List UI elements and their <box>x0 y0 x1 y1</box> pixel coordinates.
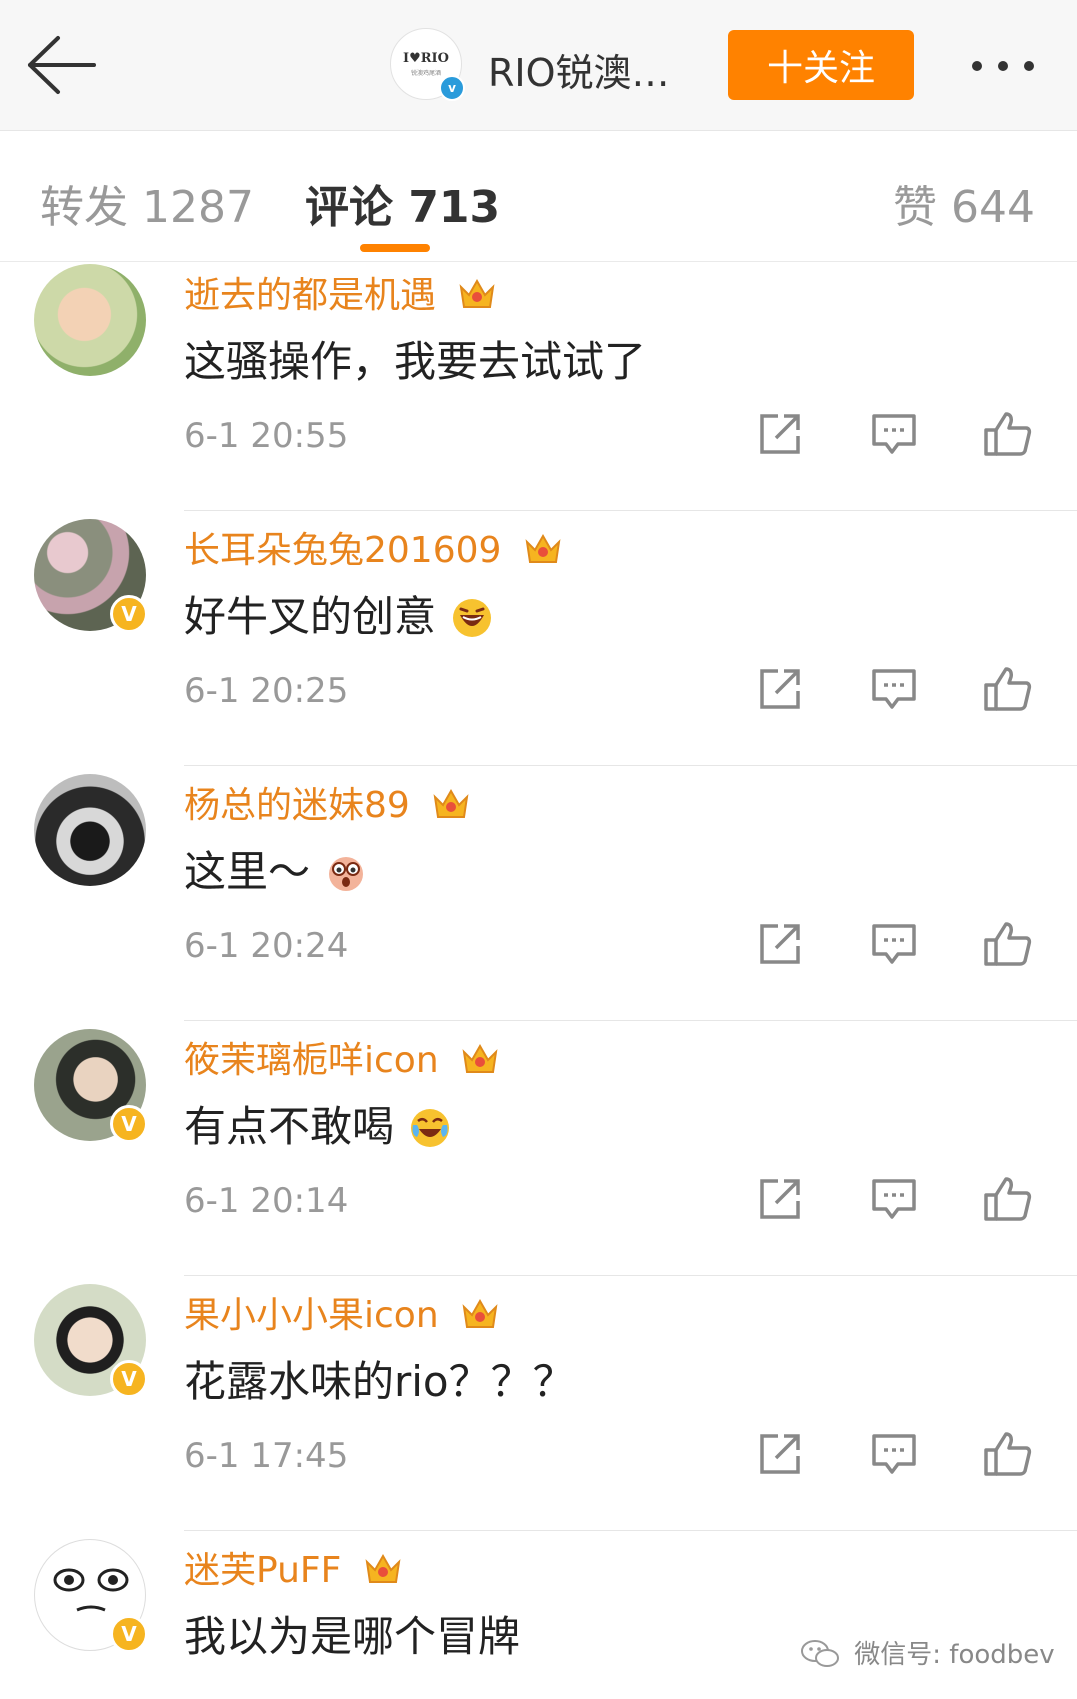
crown-icon <box>363 1548 403 1597</box>
active-tab-indicator <box>360 244 430 252</box>
share-icon[interactable] <box>754 1428 806 1480</box>
wechat-icon <box>800 1639 840 1676</box>
avatar[interactable] <box>34 774 146 886</box>
avatar[interactable]: V <box>34 1029 148 1143</box>
comment-username[interactable]: 长耳朵兔兔201609 <box>184 521 563 577</box>
comment-text: 好牛叉的创意 <box>184 583 493 649</box>
crown-icon <box>457 273 497 322</box>
back-arrow-icon[interactable] <box>22 30 102 100</box>
reply-icon[interactable] <box>868 408 920 460</box>
verified-badge-icon: V <box>110 1615 148 1653</box>
like-thumb-icon[interactable] <box>982 918 1034 970</box>
more-options-icon[interactable] <box>972 56 1052 76</box>
like-thumb-icon[interactable] <box>982 663 1034 715</box>
watermark-text: 微信号: foodbev <box>854 1640 1055 1670</box>
share-icon[interactable] <box>754 663 806 715</box>
comment-text: 有点不敢喝 <box>184 1093 451 1159</box>
comment-username[interactable]: 逝去的都是机遇 <box>184 266 497 322</box>
logo-text: I♥RIO <box>403 51 449 66</box>
crown-icon <box>460 1038 500 1087</box>
comment-text: 这骚操作，我要去试试了 <box>184 337 647 386</box>
reply-icon[interactable] <box>868 1428 920 1480</box>
avatar[interactable]: V <box>34 519 148 633</box>
account-avatar[interactable]: I♥RIO 锐澳鸡尾酒 v <box>390 28 465 101</box>
like-thumb-icon[interactable] <box>982 408 1034 460</box>
verified-icon: v <box>439 75 465 101</box>
comment-time: 6-1 20:24 <box>184 926 349 966</box>
comment-item: 杨总的迷妹89 这里～ 6-1 20:24 <box>0 766 1077 1021</box>
comment-time: 6-1 20:14 <box>184 1181 349 1221</box>
laughing-emoji-icon <box>451 597 493 649</box>
crown-icon <box>431 783 471 832</box>
comment-time: 6-1 20:55 <box>184 416 349 456</box>
comment-time: 6-1 20:25 <box>184 671 349 711</box>
comment-item: V 筱茉璃栀咩icon 有点不敢喝 6-1 20:14 <box>0 1021 1077 1276</box>
reply-icon[interactable] <box>868 918 920 970</box>
follow-button[interactable]: 十关注 <box>728 30 914 100</box>
comment-time: 6-1 17:45 <box>184 1436 349 1476</box>
share-icon[interactable] <box>754 408 806 460</box>
verified-badge-icon: V <box>110 1360 148 1398</box>
share-icon[interactable] <box>754 1173 806 1225</box>
crown-icon <box>460 1293 500 1342</box>
crying-laughing-emoji-icon <box>409 1107 451 1159</box>
account-name[interactable]: RIO锐澳… <box>488 42 670 97</box>
reply-icon[interactable] <box>868 663 920 715</box>
comment-text: 这里～ <box>184 838 367 904</box>
like-thumb-icon[interactable] <box>982 1173 1034 1225</box>
comment-username[interactable]: 杨总的迷妹89 <box>184 776 471 832</box>
reply-icon[interactable] <box>868 1173 920 1225</box>
share-icon[interactable] <box>754 918 806 970</box>
avatar[interactable]: V <box>34 1539 148 1653</box>
comment-item: 逝去的都是机遇 这骚操作，我要去试试了 6-1 20:55 <box>0 256 1077 511</box>
avatar[interactable]: V <box>34 1284 148 1398</box>
verified-badge-icon: V <box>110 1105 148 1143</box>
tab-like[interactable]: 赞 644 <box>893 171 1035 235</box>
comment-username[interactable]: 筱茉璃栀咩icon <box>184 1031 500 1087</box>
comment-text: 花露水味的rio？？？ <box>184 1357 575 1406</box>
comment-username[interactable]: 迷芙PuFF <box>184 1541 403 1597</box>
tab-comment[interactable]: 评论 713 <box>305 171 500 235</box>
crown-icon <box>523 528 563 577</box>
comment-item: V 长耳朵兔兔201609 好牛叉的创意 6-1 20:25 <box>0 511 1077 766</box>
logo-subtext: 锐澳鸡尾酒 <box>410 70 441 77</box>
top-bar: I♥RIO 锐澳鸡尾酒 v RIO锐澳… 十关注 <box>0 0 1077 131</box>
tab-repost[interactable]: 转发 1287 <box>40 171 254 235</box>
watermark: 微信号: foodbev <box>800 1634 1055 1676</box>
comment-item: V 果小小小果icon 花露水味的rio？？？ 6-1 17:45 <box>0 1276 1077 1531</box>
comment-username[interactable]: 果小小小果icon <box>184 1286 500 1342</box>
avatar[interactable] <box>34 264 146 376</box>
comment-text: 我以为是哪个冒牌 <box>184 1612 521 1661</box>
tab-bar: 转发 1287 评论 713 赞 644 <box>0 131 1077 262</box>
verified-badge-icon: V <box>110 595 148 633</box>
shocked-emoji-icon <box>325 852 367 904</box>
like-thumb-icon[interactable] <box>982 1428 1034 1480</box>
